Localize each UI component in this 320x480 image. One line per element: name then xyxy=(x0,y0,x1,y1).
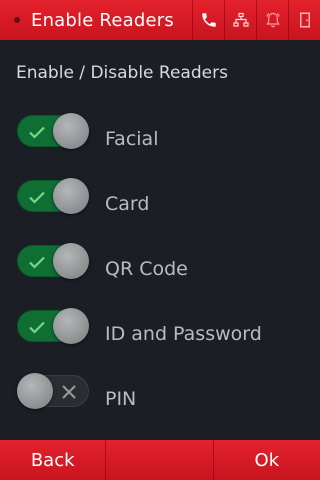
x-icon xyxy=(62,385,76,399)
footer-bar: Back Ok xyxy=(0,440,320,480)
section-title: Enable / Disable Readers xyxy=(16,63,228,83)
reader-row-facial: Facial xyxy=(0,111,320,176)
ok-button[interactable]: Ok xyxy=(214,440,320,480)
toggle-knob[interactable] xyxy=(53,113,89,149)
status-dot-icon xyxy=(14,17,20,23)
check-icon xyxy=(29,256,45,269)
facial-toggle[interactable] xyxy=(17,113,89,149)
id-password-toggle[interactable] xyxy=(17,308,89,344)
phone-icon[interactable] xyxy=(192,0,224,40)
toggle-knob[interactable] xyxy=(53,243,89,279)
bell-icon[interactable] xyxy=(256,0,288,40)
reader-label: Facial xyxy=(105,128,159,150)
reader-list: Facial Card QR Code ID and Password PIN xyxy=(0,111,320,436)
toggle-knob[interactable] xyxy=(53,308,89,344)
header-icons xyxy=(192,0,320,40)
qr-code-toggle[interactable] xyxy=(17,243,89,279)
toggle-knob[interactable] xyxy=(17,373,53,409)
reader-label: Card xyxy=(105,193,150,215)
enable-readers-screen: Enable Readers Enable / Disable Readers … xyxy=(0,0,320,480)
reader-label: QR Code xyxy=(105,258,188,280)
header-bar: Enable Readers xyxy=(0,0,320,40)
network-icon[interactable] xyxy=(224,0,256,40)
reader-label: ID and Password xyxy=(105,323,262,345)
back-button[interactable]: Back xyxy=(0,440,105,480)
reader-row-pin: PIN xyxy=(0,371,320,436)
check-icon xyxy=(29,191,45,204)
check-icon xyxy=(29,126,45,139)
check-icon xyxy=(29,321,45,334)
pin-toggle[interactable] xyxy=(17,373,89,409)
exit-door-icon[interactable] xyxy=(288,0,320,40)
footer-divider xyxy=(105,440,214,480)
reader-label: PIN xyxy=(105,388,137,410)
toggle-knob[interactable] xyxy=(53,178,89,214)
card-toggle[interactable] xyxy=(17,178,89,214)
reader-row-card: Card xyxy=(0,176,320,241)
page-title: Enable Readers xyxy=(31,9,174,31)
reader-row-id-password: ID and Password xyxy=(0,306,320,371)
reader-row-qr-code: QR Code xyxy=(0,241,320,306)
